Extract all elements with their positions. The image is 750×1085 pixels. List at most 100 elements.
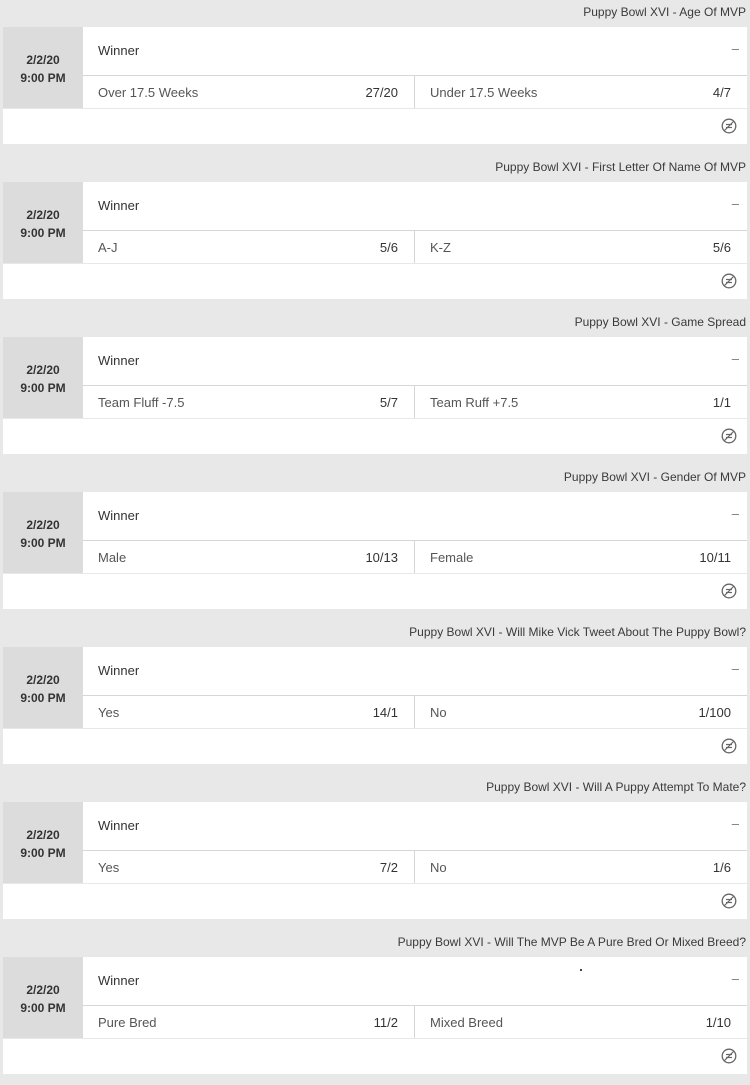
bet-option-button[interactable]: Mixed Breed 1/10 xyxy=(415,1006,747,1038)
market-title[interactable]: Puppy Bowl XVI - Game Spread xyxy=(3,310,746,336)
winner-label: Winner xyxy=(98,973,140,988)
option-label: K-Z xyxy=(430,240,451,255)
bet-option-button[interactable]: Female 10/11 xyxy=(415,541,747,573)
market-card: Puppy Bowl XVI - Will Mike Vick Tweet Ab… xyxy=(0,620,750,775)
market-title[interactable]: Puppy Bowl XVI - Will Mike Vick Tweet Ab… xyxy=(3,620,746,646)
bet-area: Winner – Yes 14/1 No 1/100 xyxy=(83,647,747,728)
option-odds: 1/6 xyxy=(712,860,731,875)
stats-icon[interactable] xyxy=(721,893,737,909)
winner-odds: – xyxy=(731,661,739,676)
winner-label: Winner xyxy=(98,663,140,678)
market-footer xyxy=(3,109,747,144)
bet-area: Winner – A-J 5/6 K-Z 5/6 xyxy=(83,182,747,263)
market-card: Puppy Bowl XVI - Will A Puppy Attempt To… xyxy=(0,775,750,930)
bet-option-button[interactable]: Yes 7/2 xyxy=(83,851,415,883)
bet-option-button[interactable]: No 1/100 xyxy=(415,696,747,728)
winner-label: Winner xyxy=(98,353,140,368)
winner-row: Winner – xyxy=(83,337,747,386)
winner-label: Winner xyxy=(98,508,140,523)
bet-option-button[interactable]: Team Ruff +7.5 1/1 xyxy=(415,386,747,418)
winner-row: Winner – xyxy=(83,492,747,541)
bet-option-button[interactable]: K-Z 5/6 xyxy=(415,231,747,263)
markets-list: Puppy Bowl XVI - Age Of MVP 2/2/20 9:00 … xyxy=(0,0,750,1085)
market-footer xyxy=(3,729,747,764)
market-footer xyxy=(3,264,747,299)
event-datetime: 2/2/20 9:00 PM xyxy=(3,647,83,728)
winner-row: Winner – xyxy=(83,647,747,696)
option-label: Mixed Breed xyxy=(430,1015,503,1030)
winner-odds: – xyxy=(731,971,739,986)
stats-icon[interactable] xyxy=(721,1048,737,1064)
option-odds: 27/20 xyxy=(365,85,398,100)
option-odds: 1/1 xyxy=(712,395,731,410)
event-time: 9:00 PM xyxy=(20,226,66,240)
event-date: 2/2/20 xyxy=(26,518,60,532)
market-footer xyxy=(3,419,747,454)
bet-area: Winner – Over 17.5 Weeks 27/20 Under 17.… xyxy=(83,27,747,108)
market-title[interactable]: Puppy Bowl XVI - Gender Of MVP xyxy=(3,465,746,491)
bet-option-button[interactable]: A-J 5/6 xyxy=(83,231,415,263)
event-datetime: 2/2/20 9:00 PM xyxy=(3,337,83,418)
option-label: Yes xyxy=(98,860,120,875)
bet-area: Winner – Pure Bred 11/2 Mixed Breed 1/10 xyxy=(83,957,747,1038)
market-card: Puppy Bowl XVI - Gender Of MVP 2/2/20 9:… xyxy=(0,465,750,620)
bet-option-button[interactable]: Yes 14/1 xyxy=(83,696,415,728)
stats-icon[interactable] xyxy=(721,583,737,599)
option-label: Team Fluff -7.5 xyxy=(98,395,185,410)
winner-row: Winner – xyxy=(83,957,747,1006)
event-time: 9:00 PM xyxy=(20,381,66,395)
stats-icon[interactable] xyxy=(721,273,737,289)
market-footer xyxy=(3,1039,747,1074)
event-date: 2/2/20 xyxy=(26,983,60,997)
option-odds: 11/2 xyxy=(373,1015,398,1030)
option-odds: 4/7 xyxy=(712,85,731,100)
bet-area: Winner – Yes 7/2 No 1/6 xyxy=(83,802,747,883)
winner-label: Winner xyxy=(98,198,140,213)
event-datetime: 2/2/20 9:00 PM xyxy=(3,957,83,1038)
event-date: 2/2/20 xyxy=(26,53,60,67)
event-date: 2/2/20 xyxy=(26,673,60,687)
event-datetime: 2/2/20 9:00 PM xyxy=(3,182,83,263)
event-time: 9:00 PM xyxy=(20,1001,66,1015)
bet-option-button[interactable]: Under 17.5 Weeks 4/7 xyxy=(415,76,747,108)
event-datetime: 2/2/20 9:00 PM xyxy=(3,27,83,108)
market-footer xyxy=(3,574,747,609)
bet-option-button[interactable]: Male 10/13 xyxy=(83,541,415,573)
event-datetime: 2/2/20 9:00 PM xyxy=(3,802,83,883)
stats-icon[interactable] xyxy=(721,428,737,444)
winner-odds: – xyxy=(731,41,739,56)
winner-odds: – xyxy=(731,816,739,831)
market-title[interactable]: Puppy Bowl XVI - First Letter Of Name Of… xyxy=(3,155,746,181)
option-odds: 7/2 xyxy=(379,860,398,875)
bet-area: Winner – Male 10/13 Female 10/11 xyxy=(83,492,747,573)
bet-option-button[interactable]: Over 17.5 Weeks 27/20 xyxy=(83,76,415,108)
option-odds: 10/13 xyxy=(365,550,398,565)
bet-option-button[interactable]: Team Fluff -7.5 5/7 xyxy=(83,386,415,418)
market-card: Puppy Bowl XVI - First Letter Of Name Of… xyxy=(0,155,750,310)
event-time: 9:00 PM xyxy=(20,846,66,860)
event-time: 9:00 PM xyxy=(20,536,66,550)
market-title[interactable]: Puppy Bowl XVI - Age Of MVP xyxy=(3,0,746,26)
option-odds: 10/11 xyxy=(699,550,731,565)
option-label: No xyxy=(430,705,447,720)
stray-dot xyxy=(580,969,582,971)
option-odds: 5/6 xyxy=(379,240,398,255)
market-card: Puppy Bowl XVI - Will The MVP Be A Pure … xyxy=(0,930,750,1085)
option-label: No xyxy=(430,860,447,875)
option-label: Under 17.5 Weeks xyxy=(430,85,538,100)
bet-option-button[interactable]: No 1/6 xyxy=(415,851,747,883)
market-title[interactable]: Puppy Bowl XVI - Will A Puppy Attempt To… xyxy=(3,775,746,801)
bet-option-button[interactable]: Pure Bred 11/2 xyxy=(83,1006,415,1038)
stats-icon[interactable] xyxy=(721,738,737,754)
winner-row: Winner – xyxy=(83,27,747,76)
option-label: Yes xyxy=(98,705,120,720)
winner-odds: – xyxy=(731,351,739,366)
winner-odds: – xyxy=(731,196,739,211)
option-odds: 14/1 xyxy=(372,705,398,720)
option-label: Female xyxy=(430,550,474,565)
stats-icon[interactable] xyxy=(721,118,737,134)
market-title[interactable]: Puppy Bowl XVI - Will The MVP Be A Pure … xyxy=(3,930,746,956)
winner-row: Winner – xyxy=(83,802,747,851)
winner-label: Winner xyxy=(98,43,140,58)
option-label: Team Ruff +7.5 xyxy=(430,395,519,410)
